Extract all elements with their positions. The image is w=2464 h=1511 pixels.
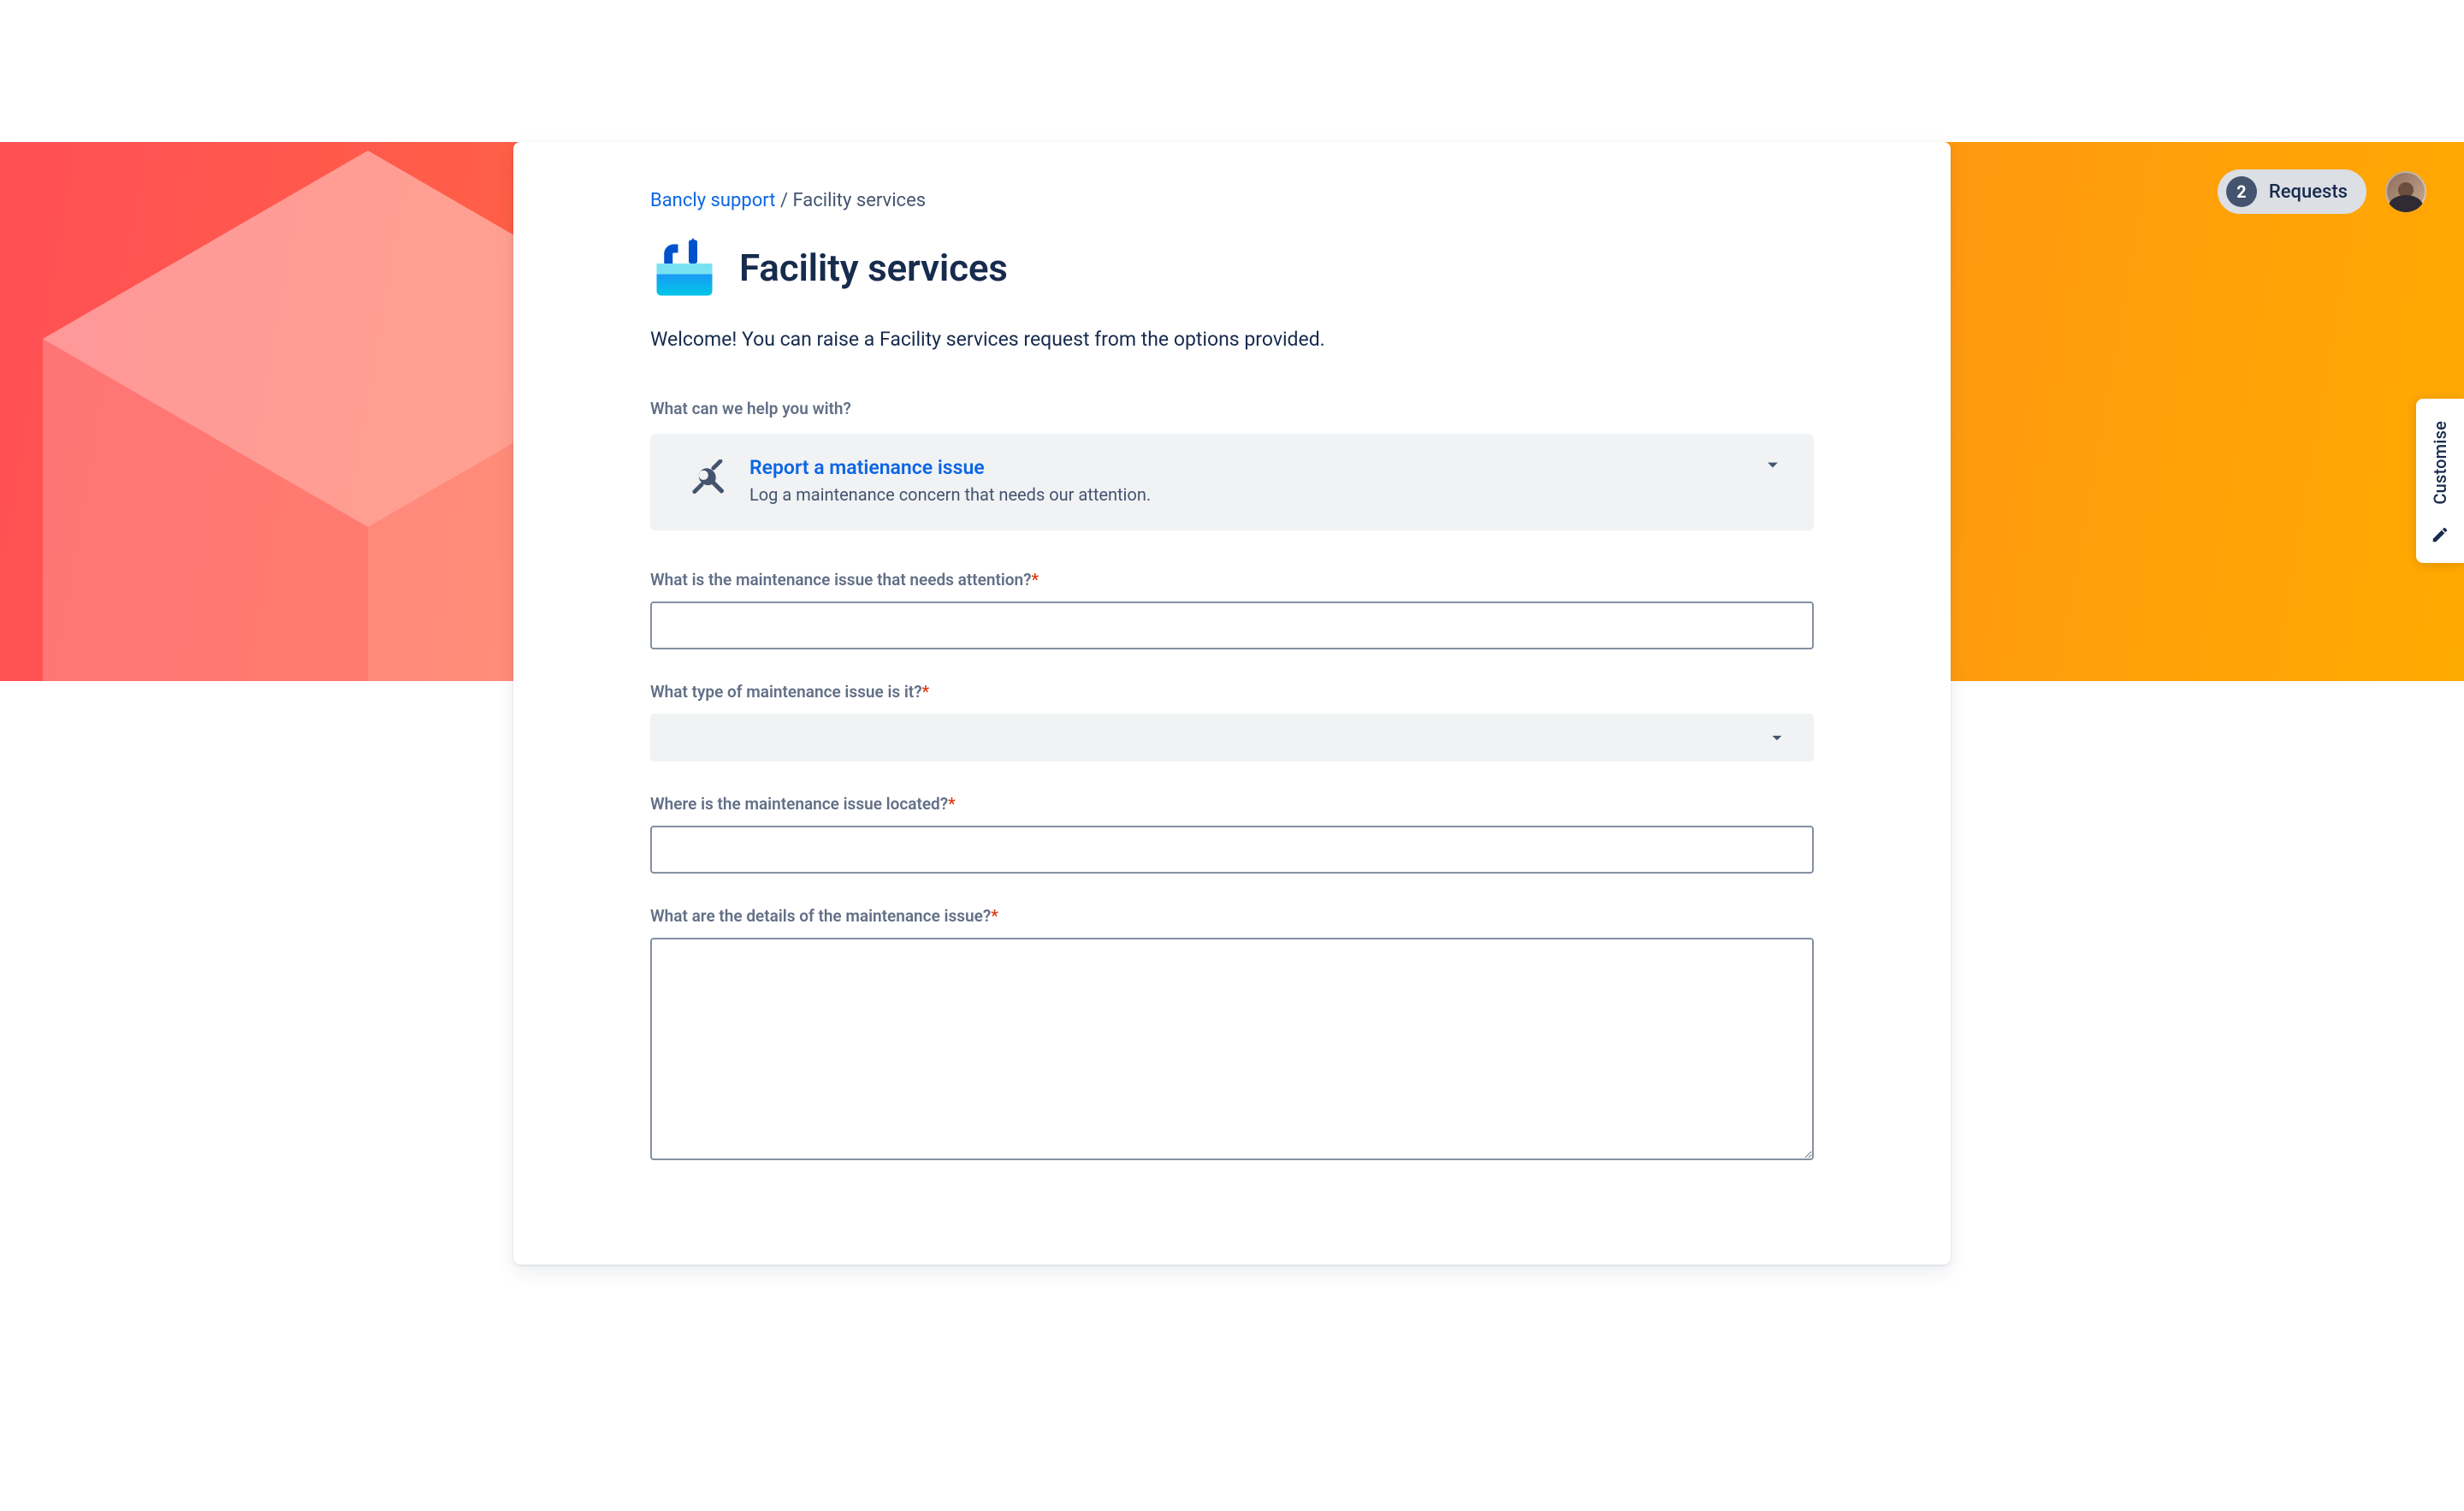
customise-button[interactable]: Customise — [2416, 399, 2464, 563]
issue-details-textarea[interactable] — [650, 938, 1814, 1160]
pencil-icon — [2431, 525, 2449, 544]
request-type-title: Report a matienance issue — [749, 456, 1151, 479]
breadcrumb-current: Facility services — [792, 190, 926, 211]
page-title: Facility services — [739, 246, 1008, 290]
toolbox-icon — [650, 234, 719, 302]
request-type-description: Log a maintenance concern that needs our… — [749, 484, 1151, 505]
request-type-selector[interactable]: Report a matienance issue Log a maintena… — [650, 434, 1814, 530]
request-form-card: Bancly support / Facility services Facil… — [513, 142, 1951, 1265]
avatar[interactable] — [2385, 171, 2426, 212]
issue-location-label: Where is the maintenance issue located?* — [650, 794, 1814, 814]
requests-count-badge: 2 — [2226, 176, 2257, 207]
issue-details-label: What are the details of the maintenance … — [650, 906, 1814, 926]
chevron-down-icon — [1766, 726, 1788, 749]
requests-button[interactable]: 2 Requests — [2218, 169, 2366, 214]
customise-label: Customise — [2430, 421, 2450, 505]
breadcrumb-root-link[interactable]: Bancly support — [650, 190, 775, 211]
help-prompt-label: What can we help you with? — [650, 399, 1814, 418]
requests-label: Requests — [2269, 181, 2348, 203]
issue-location-input[interactable] — [650, 826, 1814, 874]
welcome-text: Welcome! You can raise a Facility servic… — [650, 328, 1814, 351]
wrench-cross-icon — [688, 459, 726, 497]
chevron-down-icon — [1761, 453, 1785, 477]
breadcrumb-separator: / — [775, 190, 792, 211]
issue-summary-label: What is the maintenance issue that needs… — [650, 570, 1814, 590]
issue-summary-input[interactable] — [650, 601, 1814, 649]
issue-type-label: What type of maintenance issue is it?* — [650, 682, 1814, 702]
breadcrumb: Bancly support / Facility services — [650, 190, 1814, 211]
issue-type-select[interactable] — [650, 714, 1814, 761]
